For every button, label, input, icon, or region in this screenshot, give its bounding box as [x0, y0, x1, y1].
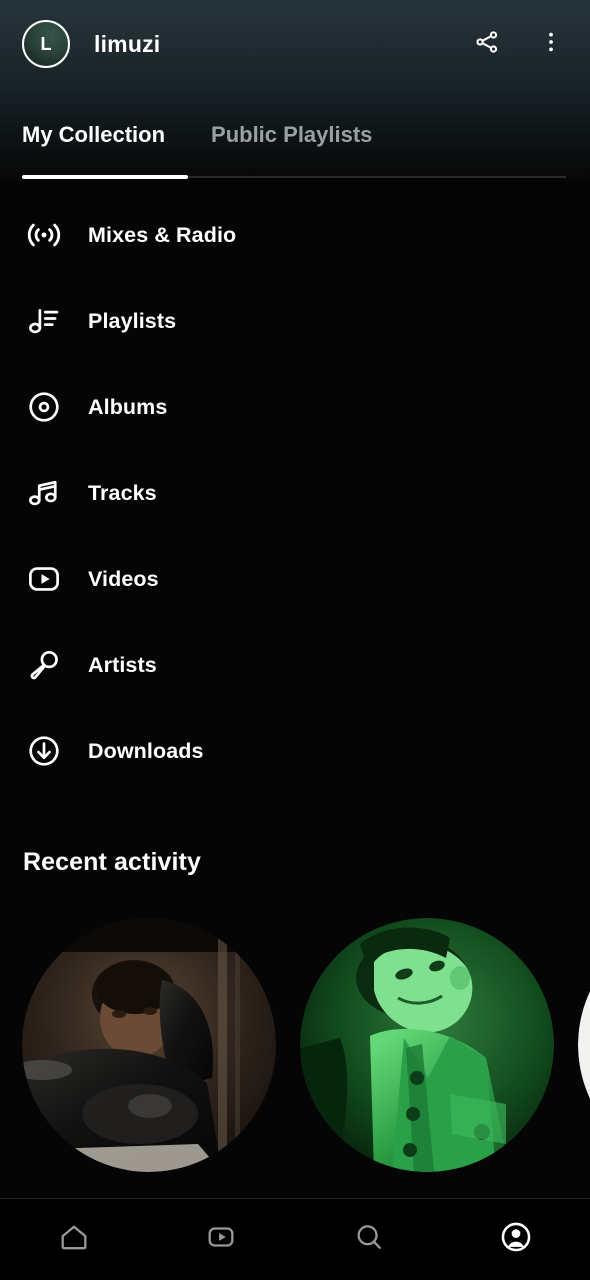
- artist-artwork-1: [22, 918, 276, 1172]
- sidebar-item-playlists[interactable]: Playlists: [0, 278, 590, 364]
- bottom-navigation: [0, 1198, 590, 1280]
- sidebar-item-label: Mixes & Radio: [88, 222, 237, 247]
- album-disc-icon: [22, 385, 66, 429]
- tab-active-underline: [22, 175, 188, 179]
- broadcast-icon: [22, 213, 66, 257]
- sidebar-item-albums[interactable]: Albums: [0, 364, 590, 450]
- top-bar-actions: [470, 27, 568, 61]
- sidebar-item-artists[interactable]: Artists: [0, 622, 590, 708]
- music-note-icon: [22, 471, 66, 515]
- recent-activity-card-1[interactable]: [22, 918, 276, 1172]
- playlist-note-icon: [22, 299, 66, 343]
- sidebar-item-label: Videos: [88, 566, 159, 591]
- artist-artwork-3: [578, 918, 590, 1172]
- sidebar-item-label: Playlists: [88, 308, 177, 333]
- sidebar-item-downloads[interactable]: Downloads: [0, 708, 590, 794]
- avatar[interactable]: L: [22, 20, 70, 68]
- overflow-menu-icon: [539, 30, 563, 59]
- microphone-icon: [22, 643, 66, 687]
- sidebar-item-mixes-radio[interactable]: Mixes & Radio: [0, 192, 590, 278]
- tab-my-collection[interactable]: My Collection: [22, 118, 165, 148]
- artist-artwork-2: [300, 918, 554, 1172]
- sidebar-item-videos[interactable]: Videos: [0, 536, 590, 622]
- app-root: L limuzi My Collection Public Playlists …: [0, 0, 590, 1280]
- bottom-nav-profile[interactable]: [443, 1199, 590, 1280]
- collection-nav-list: Mixes & Radio Playlists Albums Tracks Vi…: [0, 192, 590, 794]
- download-arrow-icon: [22, 729, 66, 773]
- bottom-nav-search[interactable]: [295, 1199, 443, 1280]
- bottom-nav-videos[interactable]: [148, 1199, 296, 1280]
- overflow-menu-button[interactable]: [534, 27, 568, 61]
- profile-icon: [498, 1219, 534, 1260]
- recent-activity-title: Recent activity: [23, 848, 201, 876]
- recent-activity-card-2[interactable]: [300, 918, 554, 1172]
- bottom-nav-home[interactable]: [0, 1199, 148, 1280]
- sidebar-item-label: Downloads: [88, 738, 204, 763]
- avatar-initial: L: [40, 33, 52, 54]
- sidebar-item-label: Artists: [88, 652, 157, 677]
- sidebar-item-tracks[interactable]: Tracks: [0, 450, 590, 536]
- video-play-icon: [204, 1220, 238, 1259]
- tab-public-playlists[interactable]: Public Playlists: [211, 118, 372, 148]
- tab-bar: My Collection Public Playlists: [0, 118, 590, 180]
- sidebar-item-label: Tracks: [88, 480, 157, 505]
- share-icon: [474, 29, 500, 60]
- recent-activity-card-3[interactable]: [578, 918, 590, 1172]
- search-icon: [352, 1220, 386, 1259]
- share-button[interactable]: [470, 27, 504, 61]
- sidebar-item-label: Albums: [88, 394, 168, 419]
- top-bar: L limuzi: [0, 0, 590, 88]
- page-title: limuzi: [94, 30, 161, 57]
- recent-activity-carousel[interactable]: [0, 918, 590, 1180]
- home-icon: [57, 1220, 91, 1259]
- tab-divider: [188, 176, 566, 178]
- video-play-icon: [22, 557, 66, 601]
